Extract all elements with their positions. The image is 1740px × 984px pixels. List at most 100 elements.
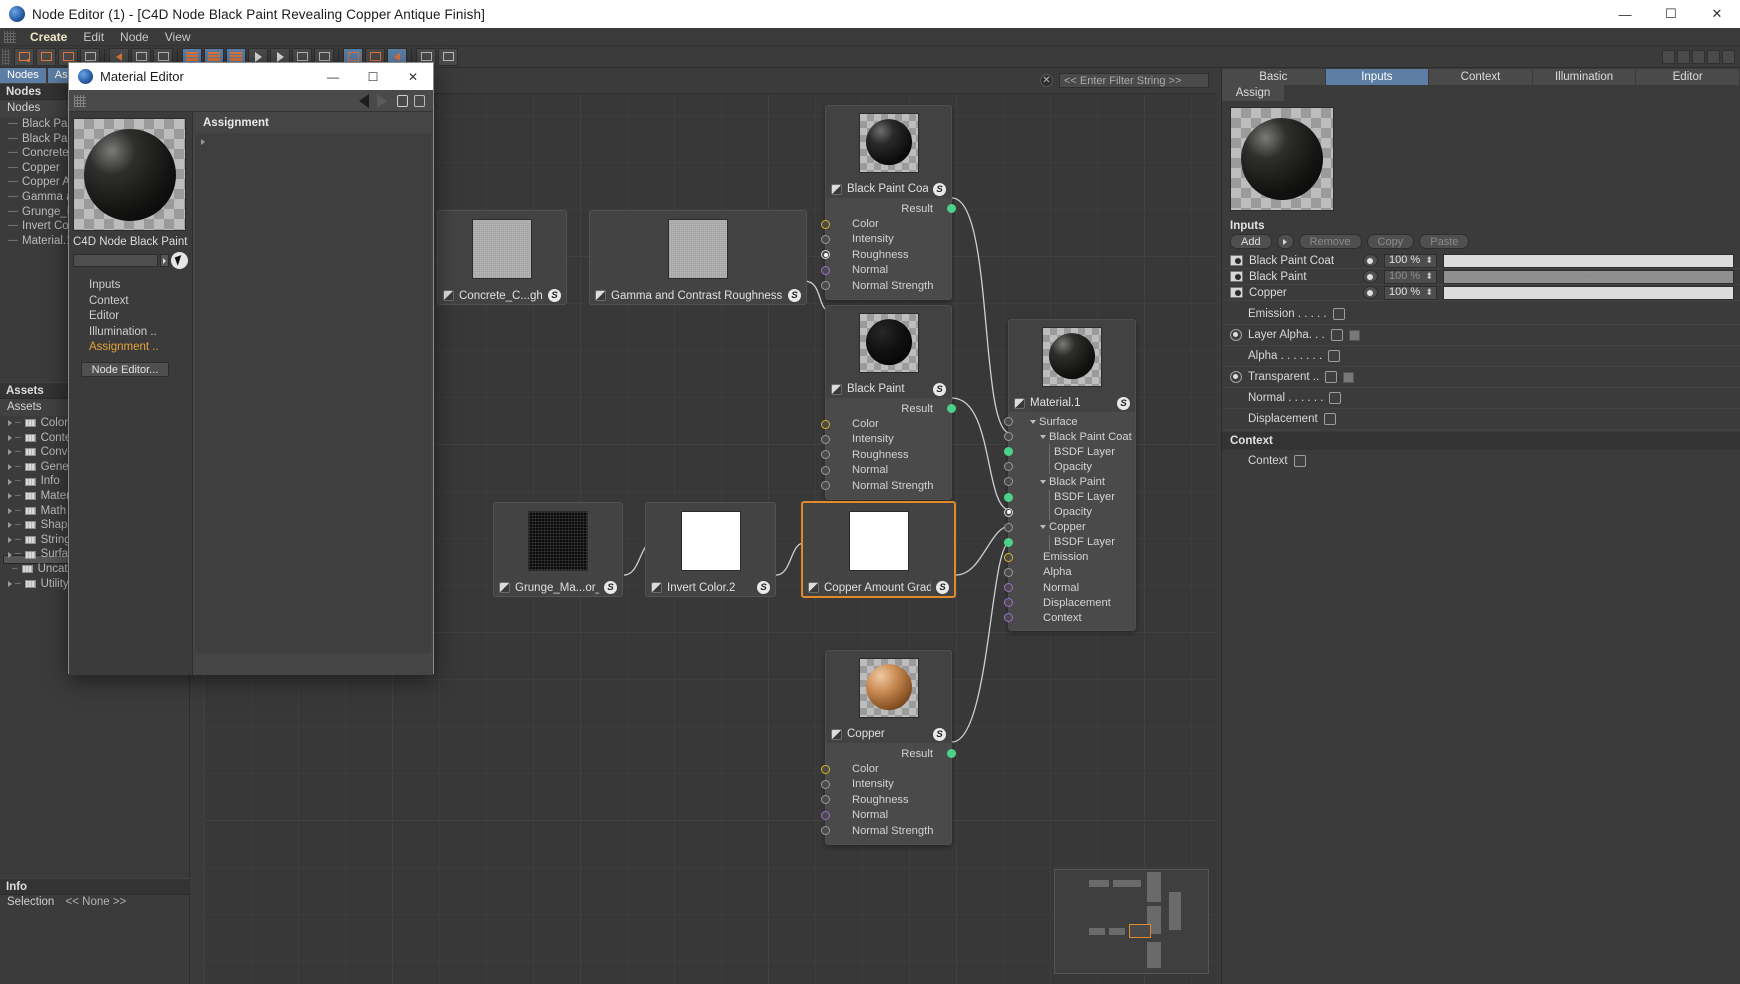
port-dot-opacity[interactable] xyxy=(1004,508,1013,517)
port-dot-bsdf-layer[interactable] xyxy=(1004,538,1013,547)
port-row-input[interactable]: Roughness xyxy=(826,447,951,462)
spinner-icon[interactable]: ⬍ xyxy=(1425,286,1433,299)
material-editor-window[interactable]: Material Editor — ☐ ✕ C4D Node Black Pai… xyxy=(68,62,434,674)
layer-opacity-slider[interactable] xyxy=(1443,254,1734,268)
property-row-layer-alpha[interactable]: Layer Alpha. . . xyxy=(1222,325,1740,346)
node-black-paint-coat[interactable]: Black Paint Coat S Result Color Intensit… xyxy=(825,105,952,300)
node-copper-amount-gradient[interactable]: Copper Amount Gradient S xyxy=(801,501,956,598)
layer-row[interactable]: Copper 100 %⬍ xyxy=(1222,285,1740,301)
port-row-bsdf-layer[interactable]: BSDF Layer xyxy=(1009,444,1135,459)
add-node-button[interactable] xyxy=(14,48,34,66)
property-row-normal[interactable]: Normal . . . . . . xyxy=(1222,388,1740,409)
tab-nodes[interactable]: Nodes xyxy=(0,68,46,83)
canvas-minimap[interactable] xyxy=(1054,869,1209,974)
port-dot-color[interactable] xyxy=(821,220,830,229)
port-row-emission[interactable]: Emission xyxy=(1009,550,1135,565)
node-grunge-texture[interactable]: Grunge_Ma...or_4K.jpg S xyxy=(493,502,623,597)
toolbar-option-4[interactable] xyxy=(1707,50,1720,64)
port-row-copper[interactable]: Copper xyxy=(1009,520,1135,535)
menu-item-node[interactable]: Node xyxy=(112,28,157,46)
displacement-checkbox[interactable] xyxy=(1324,413,1336,425)
node-state-badge[interactable]: S xyxy=(548,289,561,302)
toolbar-option-2[interactable] xyxy=(1677,50,1690,64)
filter-input[interactable]: << Enter Filter String >> xyxy=(1059,73,1209,88)
port-dot-alpha[interactable] xyxy=(1004,568,1013,577)
transparent-swatch[interactable] xyxy=(1343,372,1354,383)
copy-button[interactable]: Copy xyxy=(1367,234,1415,249)
context-row[interactable]: Context xyxy=(1222,450,1740,471)
node-invert-color[interactable]: Invert Color.2 S xyxy=(645,502,776,597)
tab-context[interactable]: Context xyxy=(1429,69,1532,85)
pin-icon[interactable] xyxy=(414,95,425,107)
node-state-badge[interactable]: S xyxy=(933,383,946,396)
tab-inputs[interactable]: Inputs xyxy=(1326,69,1429,85)
chevron-down-icon[interactable] xyxy=(1040,480,1046,484)
port-row-output[interactable]: Result xyxy=(826,401,951,416)
distribute-button[interactable] xyxy=(438,48,458,66)
port-row-surface[interactable]: Surface xyxy=(1009,414,1135,429)
port-dot-normal-strength[interactable] xyxy=(821,481,830,490)
node-state-badge[interactable]: S xyxy=(933,183,946,196)
assignment-panel-body[interactable] xyxy=(195,133,431,653)
normal-checkbox[interactable] xyxy=(1329,392,1341,404)
remove-button[interactable]: Remove xyxy=(1299,234,1362,249)
port-row-displacement[interactable]: Displacement xyxy=(1009,595,1135,610)
layer-opacity-field[interactable]: 100 %⬍ xyxy=(1384,254,1437,268)
port-dot-color[interactable] xyxy=(821,420,830,429)
port-row-input[interactable]: Normal xyxy=(826,263,951,278)
toolbar-option-5[interactable] xyxy=(1722,50,1735,64)
port-row-input[interactable]: Intensity xyxy=(826,232,951,247)
spinner-icon[interactable]: ⬍ xyxy=(1425,270,1433,283)
node-state-badge[interactable]: S xyxy=(1117,397,1130,410)
port-dot-surface[interactable] xyxy=(1004,417,1013,426)
port-row-bsdf-layer[interactable]: BSDF Layer xyxy=(1009,535,1135,550)
port-dot-intensity[interactable] xyxy=(821,780,830,789)
navigate-forward-icon[interactable] xyxy=(377,94,387,108)
layer-opacity-field[interactable]: 100 %⬍ xyxy=(1384,270,1437,284)
port-dot-normal[interactable] xyxy=(821,466,830,475)
port-dot-roughness[interactable] xyxy=(821,795,830,804)
port-dot-result[interactable] xyxy=(947,204,956,213)
port-dot-intensity[interactable] xyxy=(821,435,830,444)
layer-opacity-field[interactable]: 100 %⬍ xyxy=(1384,286,1437,300)
node-black-paint[interactable]: Black Paint S Result Color Intensity Rou… xyxy=(825,305,952,500)
port-row-output[interactable]: Result xyxy=(826,746,951,761)
nav-item-editor[interactable]: Editor xyxy=(73,309,188,325)
port-row-black-paint-coat[interactable]: Black Paint Coat xyxy=(1009,429,1135,444)
nav-item-inputs[interactable]: Inputs xyxy=(73,278,188,294)
port-dot-black-paint-coat[interactable] xyxy=(1004,432,1013,441)
port-row-output[interactable]: Result xyxy=(826,201,951,216)
material-name-dropdown[interactable] xyxy=(160,254,169,267)
port-dot-normal-strength[interactable] xyxy=(821,281,830,290)
material-editor-minimize-button[interactable]: — xyxy=(313,63,353,90)
material-preview[interactable] xyxy=(1230,107,1334,211)
port-row-bsdf-layer[interactable]: BSDF Layer xyxy=(1009,489,1135,504)
toolbar-option-1[interactable] xyxy=(1662,50,1675,64)
minimize-button[interactable]: — xyxy=(1602,0,1648,28)
layer-opacity-slider[interactable] xyxy=(1443,270,1734,284)
tab-basic[interactable]: Basic xyxy=(1222,69,1325,85)
port-row-input[interactable]: Normal Strength xyxy=(826,478,951,493)
port-dot-result[interactable] xyxy=(947,404,956,413)
port-row-context[interactable]: Context xyxy=(1009,610,1135,625)
node-state-badge[interactable]: S xyxy=(757,581,770,594)
port-row-input[interactable]: Roughness xyxy=(826,247,951,262)
port-dot-normal[interactable] xyxy=(1004,583,1013,592)
port-row-black-paint[interactable]: Black Paint xyxy=(1009,474,1135,489)
layer-alpha-swatch[interactable] xyxy=(1349,330,1360,341)
menu-item-create[interactable]: Create xyxy=(22,28,75,46)
property-row-alpha[interactable]: Alpha . . . . . . . xyxy=(1222,346,1740,367)
node-state-badge[interactable]: S xyxy=(604,581,617,594)
nav-item-assignment[interactable]: Assignment .. xyxy=(73,340,188,356)
context-checkbox[interactable] xyxy=(1294,455,1306,467)
pick-material-cursor-icon[interactable] xyxy=(171,252,188,269)
port-dot-normal[interactable] xyxy=(821,266,830,275)
layer-alpha-radio[interactable] xyxy=(1230,329,1242,341)
toolbar-grip-icon[interactable] xyxy=(74,95,86,107)
toolbar-grip-icon[interactable] xyxy=(2,49,10,65)
chevron-down-icon[interactable] xyxy=(1040,435,1046,439)
node-gamma-contrast[interactable]: Gamma and Contrast Roughness Control S xyxy=(589,210,807,305)
port-dot-emission[interactable] xyxy=(1004,553,1013,562)
port-row-input[interactable]: Color xyxy=(826,216,951,231)
port-dot-context[interactable] xyxy=(1004,613,1013,622)
